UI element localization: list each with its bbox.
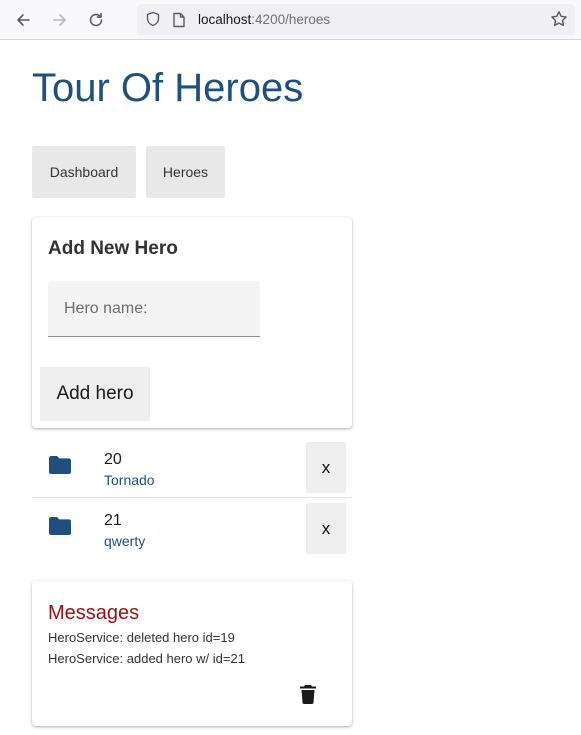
hero-list: 20 Tornado x 21 qwerty x: [32, 437, 352, 559]
messages-card: Messages HeroService: deleted hero id=19…: [32, 581, 352, 726]
nav-heroes-link[interactable]: Heroes: [146, 146, 225, 198]
forward-button[interactable]: [49, 9, 71, 31]
hero-id: 20: [104, 451, 122, 468]
back-button[interactable]: [12, 9, 34, 31]
hero-name-input[interactable]: [48, 281, 260, 336]
add-hero-button[interactable]: Add hero: [40, 367, 150, 421]
hero-name-link[interactable]: qwerty: [104, 533, 145, 549]
shield-icon[interactable]: [145, 11, 161, 27]
folder-icon: [49, 456, 71, 474]
url-host: localhost: [198, 12, 252, 27]
message-line: HeroService: added hero w/ id=21: [48, 651, 245, 666]
url-path: :4200/heroes: [251, 12, 331, 27]
hero-name-link[interactable]: Tornado: [104, 472, 155, 488]
messages-title: Messages: [48, 602, 140, 624]
message-line: HeroService: deleted hero id=19: [48, 630, 235, 645]
hero-name-field[interactable]: [48, 281, 260, 337]
add-hero-card: Add New Hero Add hero: [32, 217, 352, 428]
nav-dashboard-link[interactable]: Dashboard: [32, 146, 136, 198]
page-icon[interactable]: [172, 12, 186, 28]
arrow-left-icon: [17, 14, 30, 26]
reload-icon: [89, 12, 103, 27]
arrow-right-icon: [53, 14, 66, 26]
delete-hero-button[interactable]: x: [306, 503, 346, 554]
add-hero-title: Add New Hero: [48, 238, 178, 259]
hero-id: 21: [104, 512, 122, 529]
page-title: Tour Of Heroes: [32, 66, 304, 110]
star-icon[interactable]: [550, 10, 568, 28]
url-text[interactable]: localhost:4200/heroes: [198, 12, 330, 28]
url-bar[interactable]: localhost:4200/heroes: [137, 4, 575, 35]
trash-icon: [300, 684, 316, 704]
reload-button[interactable]: [85, 9, 107, 31]
delete-hero-button[interactable]: x: [306, 442, 346, 493]
browser-toolbar: localhost:4200/heroes: [0, 0, 581, 40]
hero-row: 20 Tornado x: [32, 437, 352, 498]
folder-icon: [49, 517, 71, 535]
hero-row: 21 qwerty x: [32, 498, 352, 559]
clear-messages-button[interactable]: [292, 679, 324, 709]
